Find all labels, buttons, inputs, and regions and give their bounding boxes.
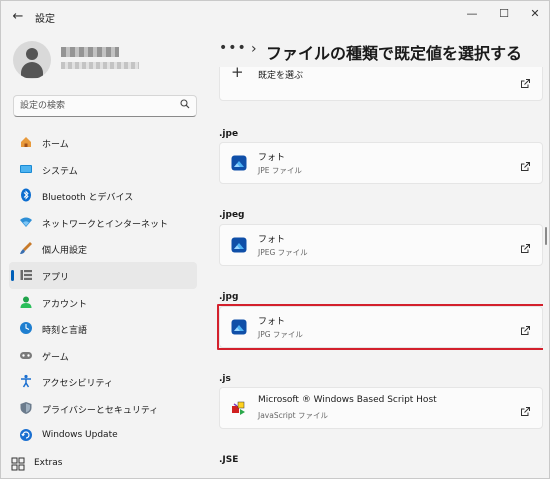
scrollbar-thumb[interactable] [545,227,547,245]
sidebar-item-label: ネットワークとインターネット [42,219,169,230]
sidebar-item-time-language[interactable]: 時刻と言語 [9,315,197,342]
open-external-icon[interactable] [520,321,532,335]
app-name: フォト [258,317,286,327]
sidebar-item-system[interactable]: システム [9,156,197,183]
sidebar-item-bluetooth[interactable]: Bluetooth とデバイス [9,182,197,209]
user-profile[interactable] [13,41,203,83]
sidebar-item-label: アプリ [42,272,70,283]
sidebar-item-accessibility[interactable]: アクセシビリティ [9,368,197,395]
open-external-icon[interactable] [520,402,532,416]
sidebar-item-network[interactable]: ネットワークとインターネット [9,209,197,236]
photos-app-icon [231,319,247,335]
blurred-user-email [61,62,139,69]
file-type-row-jpe[interactable]: フォト JPE ファイル [219,142,543,184]
maximize-button[interactable]: ☐ [489,4,519,24]
sidebar-item-label: 時刻と言語 [42,326,88,337]
open-external-icon[interactable] [520,74,532,88]
app-name: フォト [258,235,286,245]
sidebar-item-extras[interactable]: Extras [9,454,197,474]
plus-icon: + [231,67,244,81]
file-type-description: JPEG ファイル [258,248,308,257]
windows-update-icon [19,428,33,442]
sidebar-item-personalization[interactable]: 個人用設定 [9,235,197,262]
minimize-button[interactable]: — [457,4,487,24]
open-external-icon[interactable] [520,239,532,253]
photos-app-icon [231,155,247,171]
blurred-user-name [61,47,119,57]
sidebar-item-windows-update[interactable]: Windows Update [9,422,197,449]
file-type-description: JPE ファイル [258,166,302,175]
sidebar-item-gaming[interactable]: ゲーム [9,342,197,369]
title-bar: ← 設定 — ☐ ✕ [1,1,549,33]
home-icon [19,135,33,149]
search-input[interactable] [20,99,170,113]
apps-icon [19,268,33,282]
network-icon [19,215,33,229]
sidebar-item-label: Bluetooth とデバイス [42,193,134,204]
breadcrumb-more-button[interactable]: ••• [219,40,247,56]
search-icon[interactable] [179,99,191,111]
privacy-icon [19,401,33,415]
sidebar-item-label: プライバシーとセキュリティ [42,405,159,416]
chevron-right-icon: › [251,41,257,57]
avatar-head [26,48,38,60]
avatar [13,41,51,79]
sidebar-item-label: アカウント [42,299,88,310]
app-name: フォト [258,153,286,163]
sidebar-item-privacy[interactable]: プライバシーとセキュリティ [9,395,197,422]
file-type-list: + 既定を選ぶ .jpe フォト JPE ファイル .jpeg フォト JPEG… [211,67,543,479]
sidebar-item-label: システム [42,166,78,177]
gaming-icon [19,348,33,362]
account-icon [19,295,33,309]
extension-label: .jpeg [219,210,245,220]
extension-label: .JSE [219,455,239,465]
file-type-description: JavaScript ファイル [258,411,328,420]
script-host-icon [231,400,247,416]
sidebar-item-label: ゲーム [42,352,69,363]
sidebar-item-label: ホーム [42,140,69,150]
sidebar-item-home[interactable]: ホーム [9,129,197,156]
time-language-icon [19,321,33,335]
app-name: Microsoft ® Windows Based Script Host [258,395,437,405]
choose-default-card[interactable]: + 既定を選ぶ [219,67,543,101]
bluetooth-icon [19,188,33,202]
extension-label: .jpg [219,292,239,302]
app-title: 設定 [35,14,55,25]
file-type-row-jpeg[interactable]: フォト JPEG ファイル [219,224,543,266]
accessibility-icon [19,374,33,388]
extension-label: .jpe [219,129,239,139]
file-type-row-js[interactable]: Microsoft ® Windows Based Script Host Ja… [219,387,543,429]
extras-grid-icon [11,457,25,471]
system-icon [19,162,33,176]
choose-default-label: 既定を選ぶ [258,71,304,81]
settings-window: ← 設定 — ☐ ✕ ホーム システム [0,0,550,479]
photos-app-icon [231,237,247,253]
search-box[interactable] [13,95,197,117]
open-external-icon[interactable] [520,157,532,171]
close-button[interactable]: ✕ [520,4,550,24]
extension-label: .js [219,374,231,384]
sidebar-item-apps[interactable]: アプリ [9,261,197,289]
back-button[interactable]: ← [9,8,27,26]
sidebar-item-label: 個人用設定 [42,246,88,257]
page-title: ファイルの種類で既定値を選択する [266,44,523,63]
file-type-row-jpg[interactable]: フォト JPG ファイル [219,306,543,348]
sidebar-item-label: Windows Update [42,429,118,440]
personalization-icon [19,241,33,255]
sidebar-item-label: アクセシビリティ [42,379,114,390]
file-type-description: JPG ファイル [258,330,303,339]
sidebar-item-accounts[interactable]: アカウント [9,289,197,316]
sidebar-nav: ホーム システム Bluetooth とデバイス ネットワークとインターネット … [9,129,197,448]
extras-label: Extras [34,458,63,468]
avatar-body [21,62,43,78]
